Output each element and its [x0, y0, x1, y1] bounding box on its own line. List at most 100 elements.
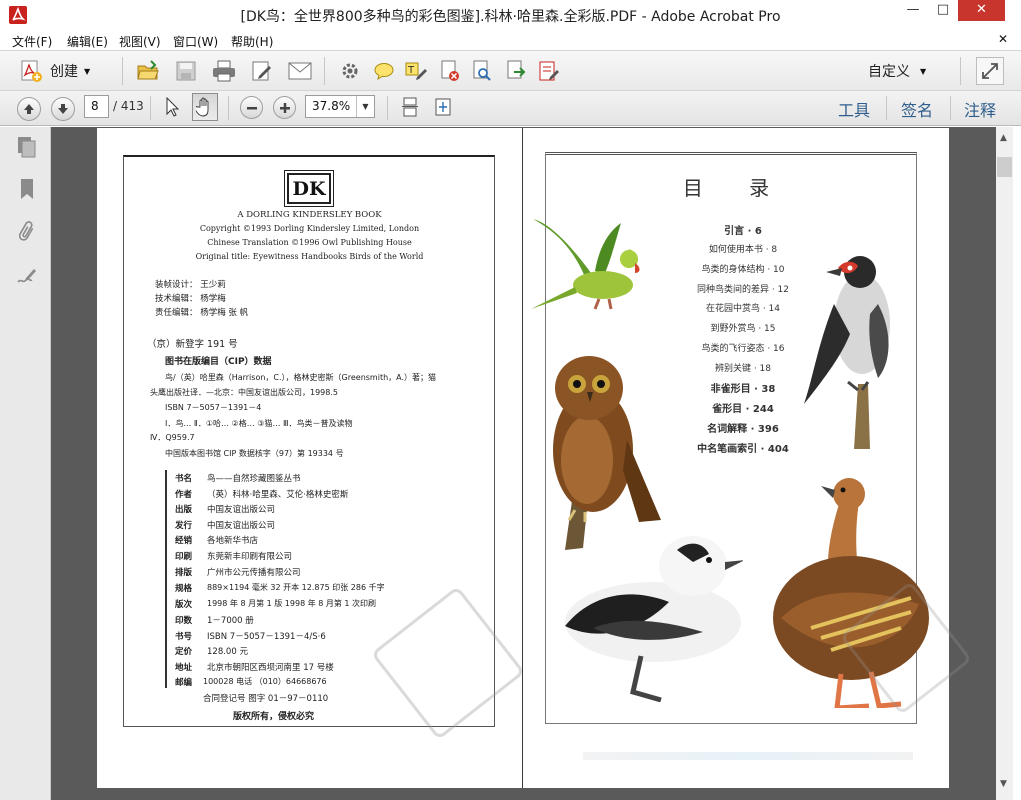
open-folder-icon: [137, 60, 159, 80]
cip-line: Ⅳ．Q959.7: [150, 433, 195, 442]
copyright-line: Original title: Eyewitness Handbooks Bir…: [195, 252, 424, 261]
colophon-label: 地址: [175, 663, 193, 673]
cip-line: ISBN 7－5057－1391－4: [165, 403, 262, 412]
tools-panel-link[interactable]: 工具: [838, 97, 870, 121]
plus-icon: [279, 102, 290, 113]
export-arrow-icon: [507, 60, 526, 79]
scrollbar-thumb[interactable]: [997, 157, 1012, 177]
menu-view[interactable]: 视图(V): [119, 33, 161, 50]
colophon-label: 经销: [175, 536, 193, 546]
colophon-value: 889×1194 毫米 32 开本 12.875 印张 286 千字: [207, 583, 385, 592]
maximize-button[interactable]: □: [928, 0, 958, 21]
delete-page-icon: [441, 60, 459, 81]
colophon-label: 印数: [175, 616, 193, 626]
close-document-icon[interactable]: ✕: [998, 32, 1008, 46]
zoom-level-select[interactable]: 37.8% ▼: [305, 95, 375, 118]
customize-label: 自定义: [868, 64, 910, 80]
close-window-button[interactable]: ✕: [958, 0, 1005, 21]
page-footer-band: [583, 752, 913, 760]
colophon-value: 各地新华书店: [207, 536, 259, 546]
magnifier-page-icon: [473, 60, 491, 81]
colophon-label: 版次: [175, 600, 193, 610]
page-count: / 413: [113, 99, 144, 113]
highlight-text-button[interactable]: T: [404, 59, 428, 83]
cip-heading: 图书在版编目（CIP）数据: [165, 357, 272, 367]
menu-window[interactable]: 窗口(W): [173, 33, 218, 50]
publisher-line: A DORLING KINDERSLEY BOOK: [237, 210, 382, 220]
search-document-button[interactable]: [470, 59, 494, 83]
colophon-label: 排版: [175, 568, 193, 578]
zoom-out-button[interactable]: [240, 96, 263, 119]
navigation-pane: [0, 127, 51, 800]
signatures-button[interactable]: [15, 264, 39, 288]
fit-page-button[interactable]: [431, 95, 455, 119]
colophon-value: 1－7000 册: [207, 616, 254, 626]
colophon-value: 1998 年 8 月第 1 版 1998 年 8 月第 1 次印刷: [207, 599, 377, 608]
duck-illustration: [565, 536, 743, 702]
customize-dropdown[interactable]: 自定义 ▼: [868, 59, 926, 83]
envelope-icon: [288, 62, 312, 80]
copyright-line: Chinese Translation ©1996 Owl Publishing…: [207, 238, 412, 247]
select-tool-button[interactable]: [160, 94, 186, 120]
bookmark-icon: [21, 179, 33, 199]
bookmarks-button[interactable]: [15, 177, 39, 201]
comment-button[interactable]: [372, 59, 396, 83]
expand-icon: [982, 63, 998, 79]
pdf-page-left: DK A DORLING KINDERSLEY BOOK Copyright ©…: [97, 128, 526, 788]
hand-tool-button[interactable]: [192, 93, 218, 121]
gear-icon: [342, 63, 358, 79]
credit-line: 技术编辑： 杨学梅: [155, 294, 226, 304]
comment-panel-link[interactable]: 注释: [964, 97, 996, 121]
zoom-in-button[interactable]: [273, 96, 296, 119]
colophon-value: （英）科林·哈里森、艾伦·格林史密斯: [207, 490, 349, 500]
cip-line: 头鹰出版社译．—北京：中国友谊出版公司，1998.5: [150, 388, 338, 397]
page-thumbnails-button[interactable]: [15, 135, 39, 159]
credit-line: 责任编辑： 杨学梅 张 帆: [155, 308, 249, 318]
attachments-button[interactable]: [15, 220, 39, 244]
export-button[interactable]: [504, 59, 528, 83]
email-button[interactable]: [286, 57, 314, 85]
delete-page-button[interactable]: [438, 59, 462, 83]
full-screen-button[interactable]: [976, 57, 1004, 85]
menu-help[interactable]: 帮助(H): [231, 33, 273, 50]
scroll-down-icon[interactable]: ▼: [1000, 779, 1007, 789]
sign-panel-link[interactable]: 签名: [901, 97, 933, 121]
fill-sign-button[interactable]: [537, 59, 561, 83]
speech-bubble-icon: [374, 63, 394, 80]
previous-page-button[interactable]: [17, 97, 41, 121]
create-label: 创建: [50, 64, 78, 80]
colophon-value: 100028 电话 （010）64668676: [203, 677, 327, 686]
chevron-down-icon[interactable]: ▼: [356, 96, 374, 117]
cursor-arrow-icon: [166, 97, 180, 117]
colophon-label: 邮编: [175, 678, 193, 688]
scrolling-mode-button[interactable]: [398, 95, 422, 119]
form-edit-icon: [539, 61, 559, 81]
colophon-label: 规格: [175, 584, 193, 594]
create-button[interactable]: 创建 ▼: [20, 58, 90, 84]
next-page-button[interactable]: [51, 97, 75, 121]
colophon-label: 定价: [175, 647, 193, 657]
colophon-value: 北京市朝阳区西坝河南里 17 号楼: [207, 663, 334, 673]
print-button[interactable]: [210, 57, 238, 85]
vertical-scrollbar[interactable]: ▲ ▼: [996, 127, 1013, 800]
cip-line: Ⅰ．鸟… Ⅱ．①哈… ②格… ③猫… Ⅲ．鸟类－普及读物: [165, 419, 353, 428]
page-number-input[interactable]: 8: [84, 95, 109, 118]
parakeet-illustration: [531, 219, 640, 310]
save-button[interactable]: [172, 57, 200, 85]
arrow-up-icon: [24, 104, 34, 114]
colophon-value: 128.00 元: [207, 647, 248, 657]
colophon-label: 作者: [175, 490, 193, 500]
minus-icon: [246, 106, 257, 109]
menu-file[interactable]: 文件(F): [12, 33, 52, 50]
edit-document-button[interactable]: [248, 57, 276, 85]
rights-notice: 版权所有，侵权必究: [233, 712, 315, 722]
settings-button[interactable]: [338, 59, 362, 83]
menu-edit[interactable]: 编辑(E): [67, 33, 108, 50]
pages-icon: [18, 137, 36, 158]
scroll-up-icon[interactable]: ▲: [1000, 133, 1007, 143]
colophon-label: 出版: [175, 505, 193, 515]
minimize-button[interactable]: —: [898, 0, 928, 21]
cip-line: 鸟/（英）哈里森（Harrison，C.），格林史密斯（Greensmith，A…: [165, 373, 437, 382]
open-folder-button[interactable]: [134, 57, 162, 85]
colophon-value: 中国友谊出版公司: [207, 521, 276, 531]
